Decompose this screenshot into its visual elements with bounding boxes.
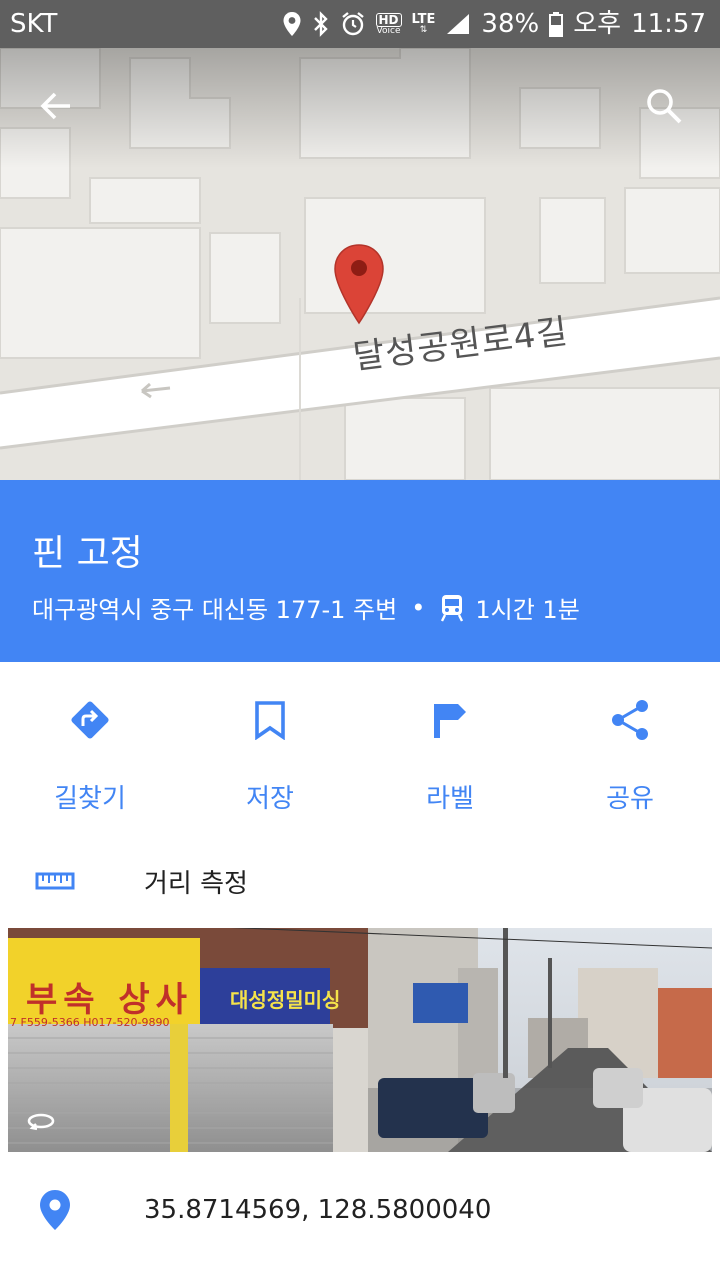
street-view-image <box>8 928 712 1152</box>
battery-icon <box>549 11 564 37</box>
location-pin-icon <box>40 1190 70 1230</box>
transit-icon <box>441 594 464 622</box>
bookmark-icon <box>255 701 285 740</box>
hd-voice-icon: HD Voice <box>375 12 402 36</box>
share-icon <box>612 700 648 740</box>
bluetooth-icon <box>312 11 330 37</box>
place-subtitle: 대구광역시 중구 대신동 177-1 주변 • 1시간 1분 <box>32 590 580 625</box>
search-icon <box>647 89 682 124</box>
directions-label: 길찾기 <box>54 784 126 814</box>
save-button[interactable]: 저장 <box>180 662 360 822</box>
coordinates-row[interactable]: 35.8714569, 128.5800040 <box>0 1176 720 1244</box>
ruler-icon <box>35 872 75 890</box>
transit-time: 1시간 1분 <box>475 596 580 624</box>
time-ampm: 오후 <box>573 9 622 39</box>
alarm-icon <box>340 11 366 37</box>
street-view-thumbnail[interactable]: 부속 상사 7 F559-5366 H017-520-9890 대성정밀미싱 <box>8 928 712 1152</box>
search-button[interactable] <box>632 74 696 138</box>
flag-icon <box>434 704 466 738</box>
measure-distance-row[interactable]: 거리 측정 <box>0 848 720 914</box>
separator-dot: • <box>411 593 426 622</box>
place-info-panel[interactable]: 핀 고정 대구광역시 중구 대신동 177-1 주변 • 1시간 1분 <box>0 480 720 662</box>
coordinates-value: 35.8714569, 128.5800040 <box>144 1195 492 1225</box>
save-label: 저장 <box>246 784 294 814</box>
map-top-shade <box>0 48 720 168</box>
place-title: 핀 고정 <box>32 533 143 574</box>
map-view[interactable]: 달성공원로4길 <box>0 48 720 480</box>
street-view-sign-left-phone: 7 F559-5366 H017-520-9890 <box>10 1016 170 1029</box>
street-view-360-icon <box>27 1113 55 1131</box>
share-button[interactable]: 공유 <box>540 662 720 822</box>
map-pin-icon[interactable] <box>333 243 385 325</box>
carrier-name: SKT <box>10 9 58 39</box>
back-arrow-icon <box>40 92 70 120</box>
place-address: 대구광역시 중구 대신동 177-1 주변 <box>32 596 398 624</box>
signal-icon <box>445 12 471 36</box>
location-icon <box>282 11 302 37</box>
status-bar: SKT HD Voice LTE ⇅ 38% 오후 11:57 <box>0 0 720 48</box>
directions-icon <box>71 701 109 739</box>
lte-icon: LTE ⇅ <box>411 12 436 35</box>
measure-distance-label: 거리 측정 <box>144 868 248 899</box>
label-button[interactable]: 라벨 <box>360 662 540 822</box>
battery-percent: 38% <box>481 9 540 39</box>
label-label: 라벨 <box>426 784 474 814</box>
action-bar: 길찾기 저장 라벨 공유 <box>0 662 720 822</box>
back-button[interactable] <box>24 74 88 138</box>
street-view-sign-right: 대성정밀미싱 <box>230 988 341 1012</box>
time-clock: 11:57 <box>631 9 706 39</box>
street-view-sign-left: 부속 상사 <box>26 980 193 1020</box>
share-label: 공유 <box>606 784 654 814</box>
directions-button[interactable]: 길찾기 <box>0 662 180 822</box>
